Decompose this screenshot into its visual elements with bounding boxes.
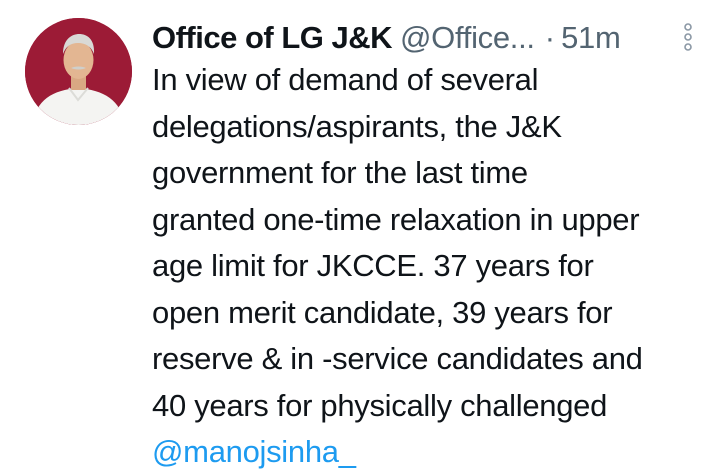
mention-link[interactable]: @manojsinha_ (152, 429, 712, 474)
tweet-timestamp[interactable]: 51m (561, 16, 621, 60)
tweet-text-line: 40 years for physically challenged (152, 387, 608, 423)
tweet-text-line: reserve & in -service candidates and (152, 341, 643, 376)
author-handle[interactable]: @Office... (400, 16, 535, 60)
tweet-text-line: delegations/aspirants, the J&K (152, 108, 562, 144)
profile-photo-icon (25, 18, 132, 125)
tweet-text-line: In view of demand of several (152, 62, 539, 97)
separator-dot: · (544, 20, 556, 55)
tweet-text-line: government for the last time (152, 155, 528, 190)
tweet-text: In view of demand of several delegations… (152, 57, 712, 474)
tweet-text-line: open merit candidate, 39 years for (152, 294, 613, 330)
more-vertical-icon[interactable] (681, 22, 695, 52)
tweet-header: Office of LG J&K @Office... · 51m (152, 16, 700, 60)
avatar[interactable] (25, 18, 132, 125)
tweet-text-line: age limit for JKCCE. 37 years for (152, 248, 594, 283)
tweet-text-line: granted one-time relaxation in upper (152, 201, 640, 237)
author-display-name[interactable]: Office of LG J&K (152, 16, 393, 60)
tweet-card[interactable]: Office of LG J&K @Office... · 51m In vie… (0, 0, 720, 474)
